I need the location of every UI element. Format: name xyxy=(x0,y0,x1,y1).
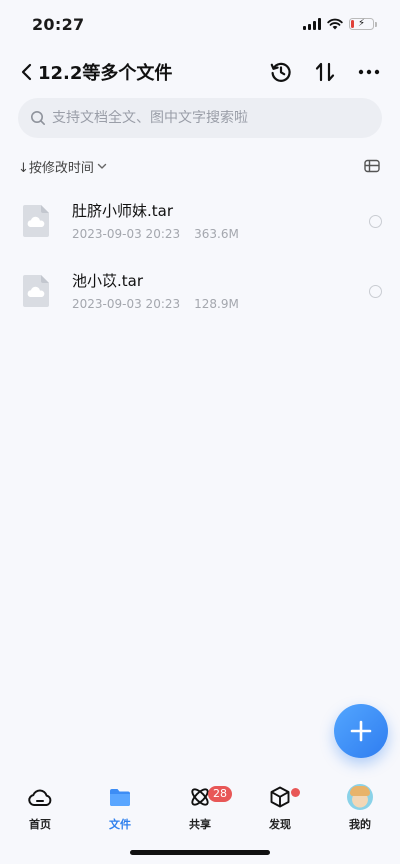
add-button[interactable] xyxy=(334,704,388,758)
more-icon xyxy=(358,69,380,75)
tab-bar: 首页 文件 28 共享 发现 我的 xyxy=(0,778,400,838)
header-actions xyxy=(268,59,382,85)
back-button[interactable]: 12.2等多个文件 xyxy=(20,59,172,85)
tab-label: 发现 xyxy=(269,818,291,831)
file-meta: 2023-09-03 20:23 363.6M xyxy=(72,227,369,241)
view-toggle-icon xyxy=(364,159,380,173)
file-row[interactable]: 肚脐小师妹.tar 2023-09-03 20:23 363.6M xyxy=(0,186,400,256)
battery-icon: ⚡ xyxy=(349,18,377,30)
home-indicator xyxy=(130,850,270,855)
tab-share[interactable]: 28 共享 xyxy=(160,784,240,832)
cloud-file-icon xyxy=(23,275,49,307)
sort-arrows-icon xyxy=(315,62,335,82)
tab-discover[interactable]: 发现 xyxy=(240,784,320,832)
tab-files[interactable]: 文件 xyxy=(80,784,160,832)
header: 12.2等多个文件 xyxy=(0,52,400,92)
history-button[interactable] xyxy=(268,59,294,85)
cube-icon xyxy=(267,784,293,810)
search-input[interactable] xyxy=(52,110,370,126)
chevron-left-icon xyxy=(21,63,32,81)
charging-bolt-icon: ⚡ xyxy=(357,18,366,29)
view-mode-button[interactable] xyxy=(362,156,382,176)
file-row[interactable]: 池小苡.tar 2023-09-03 20:23 128.9M xyxy=(0,256,400,326)
file-name: 池小苡.tar xyxy=(72,272,144,290)
folder-icon xyxy=(107,784,133,810)
status-time: 20:27 xyxy=(32,14,85,34)
tab-label: 文件 xyxy=(109,818,131,831)
more-button[interactable] xyxy=(356,59,382,85)
battery-cap xyxy=(375,22,377,27)
tab-label: 共享 xyxy=(189,818,211,831)
sort-by-modified-toggle[interactable]: ↓按修改时间 xyxy=(18,157,108,176)
wifi-icon xyxy=(327,18,343,30)
file-list: 肚脐小师妹.tar 2023-09-03 20:23 363.6M 池小苡.ta… xyxy=(0,186,400,326)
cloud-home-icon xyxy=(27,784,53,810)
status-icons: ⚡ xyxy=(303,18,377,30)
share-badge: 28 xyxy=(208,786,232,802)
file-meta: 2023-09-03 20:23 128.9M xyxy=(72,297,369,311)
signal-icon xyxy=(303,18,321,30)
file-info: 池小苡.tar 2023-09-03 20:23 128.9M xyxy=(72,271,369,311)
sort-label: ↓按修改时间 xyxy=(18,160,94,176)
chevron-down-icon xyxy=(97,163,107,169)
status-bar: 20:27 ⚡ xyxy=(0,0,400,48)
select-radio[interactable] xyxy=(369,214,382,228)
file-date: 2023-09-03 20:23 xyxy=(72,227,181,241)
select-radio[interactable] xyxy=(369,284,382,298)
avatar xyxy=(347,784,373,810)
file-size: 128.9M xyxy=(194,297,239,311)
page-title: 12.2等多个文件 xyxy=(38,63,173,84)
tab-me[interactable]: 我的 xyxy=(320,784,400,832)
tab-label: 首页 xyxy=(29,818,51,831)
search-bar[interactable] xyxy=(18,98,382,138)
tab-home[interactable]: 首页 xyxy=(0,784,80,832)
avatar-icon xyxy=(347,784,373,810)
notification-dot xyxy=(291,788,300,797)
history-icon xyxy=(270,62,291,82)
file-name: 肚脐小师妹.tar xyxy=(72,202,174,220)
plus-icon xyxy=(350,720,372,742)
file-date: 2023-09-03 20:23 xyxy=(72,297,181,311)
tab-label: 我的 xyxy=(349,818,371,831)
cloud-file-icon xyxy=(23,205,49,237)
file-info: 肚脐小师妹.tar 2023-09-03 20:23 363.6M xyxy=(72,201,369,241)
sort-button[interactable] xyxy=(312,59,338,85)
sort-bar: ↓按修改时间 xyxy=(18,154,382,178)
file-size: 363.6M xyxy=(194,227,239,241)
search-icon xyxy=(31,111,45,125)
